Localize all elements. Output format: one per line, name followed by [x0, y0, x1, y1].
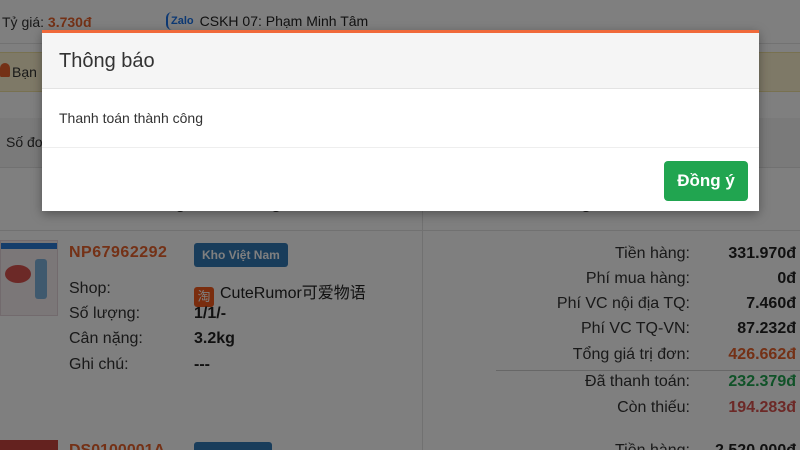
dialog-body: Thanh toán thành công	[42, 90, 759, 148]
notification-dialog: Thông báo Thanh toán thành công Đồng ý	[42, 30, 759, 211]
dialog-message: Thanh toán thành công	[59, 110, 204, 126]
dialog-title: Thông báo	[59, 50, 155, 72]
agree-button[interactable]: Đồng ý	[664, 161, 748, 201]
dialog-header: Thông báo	[42, 33, 759, 89]
